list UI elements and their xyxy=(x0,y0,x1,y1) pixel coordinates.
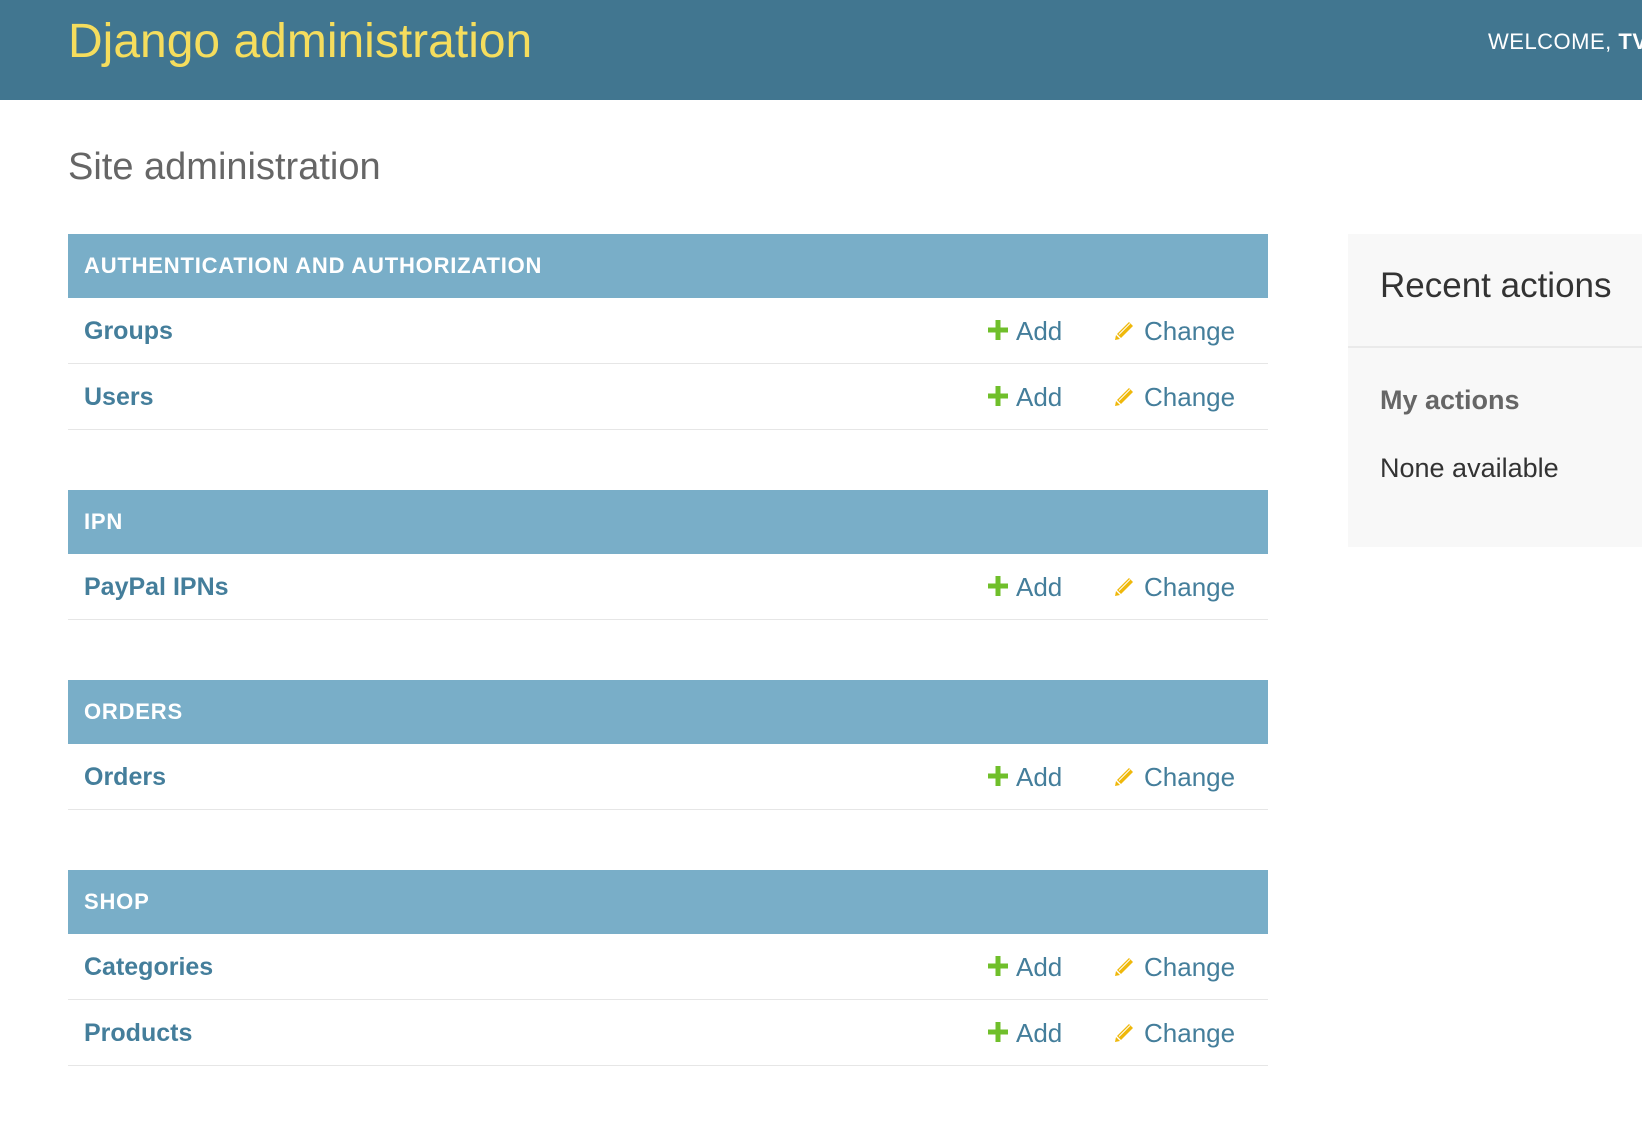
change-products-link[interactable]: Change xyxy=(1114,1000,1235,1066)
model-row-paypal-ipns: PayPal IPNs Add Change xyxy=(68,554,1268,620)
pencil-icon xyxy=(1115,578,1133,597)
pencil-icon xyxy=(1115,322,1133,341)
module-shop: SHOP Categories Add Change Products Add … xyxy=(68,870,1268,1066)
recent-actions-panel: Recent actions My actions None available xyxy=(1348,234,1642,547)
model-link-orders[interactable]: Orders xyxy=(84,744,166,810)
module-orders: ORDERS Orders Add Change xyxy=(68,680,1268,810)
my-actions-heading: My actions xyxy=(1380,385,1520,415)
add-groups-link[interactable]: Add xyxy=(988,298,1062,364)
change-users-link[interactable]: Change xyxy=(1114,364,1235,430)
page-title: Site administration xyxy=(68,146,381,188)
welcome-text: WELCOME, xyxy=(1488,29,1619,54)
model-link-paypal-ipns[interactable]: PayPal IPNs xyxy=(84,554,229,620)
plus-icon xyxy=(988,320,1008,341)
model-row-products: Products Add Change xyxy=(68,1000,1268,1066)
plus-icon xyxy=(988,1022,1008,1043)
add-paypal-ipns-link[interactable]: Add xyxy=(988,554,1062,620)
plus-icon xyxy=(988,386,1008,407)
change-label: Change xyxy=(1144,382,1236,412)
model-row-categories: Categories Add Change xyxy=(68,934,1268,1000)
change-label: Change xyxy=(1144,1018,1236,1048)
add-users-link[interactable]: Add xyxy=(988,364,1062,430)
none-available-text: None available xyxy=(1380,453,1559,483)
recent-actions-title: Recent actions xyxy=(1380,266,1612,305)
user-tools: WELCOME, TV xyxy=(1488,27,1642,57)
add-label: Add xyxy=(1016,572,1063,602)
plus-icon xyxy=(988,766,1008,787)
module-caption-ipn[interactable]: IPN xyxy=(68,490,1268,554)
add-orders-link[interactable]: Add xyxy=(988,744,1062,810)
plus-icon xyxy=(988,576,1008,597)
pencil-icon xyxy=(1115,388,1133,407)
pencil-icon xyxy=(1115,958,1133,977)
change-label: Change xyxy=(1144,952,1236,982)
model-link-products[interactable]: Products xyxy=(84,1000,192,1066)
add-label: Add xyxy=(1016,762,1063,792)
change-label: Change xyxy=(1144,572,1236,602)
add-label: Add xyxy=(1016,316,1063,346)
change-paypal-ipns-link[interactable]: Change xyxy=(1114,554,1235,620)
plus-icon xyxy=(988,956,1008,977)
add-label: Add xyxy=(1016,1018,1063,1048)
module-auth: AUTHENTICATION AND AUTHORIZATION Groups … xyxy=(68,234,1268,430)
add-categories-link[interactable]: Add xyxy=(988,934,1062,1000)
site-branding-link[interactable]: Django administration xyxy=(68,12,532,72)
model-link-categories[interactable]: Categories xyxy=(84,934,213,1000)
model-row-orders: Orders Add Change xyxy=(68,744,1268,810)
module-ipn: IPN PayPal IPNs Add Change xyxy=(68,490,1268,620)
app-list: AUTHENTICATION AND AUTHORIZATION Groups … xyxy=(68,234,1268,1126)
change-label: Change xyxy=(1144,762,1236,792)
module-caption-orders[interactable]: ORDERS xyxy=(68,680,1268,744)
change-categories-link[interactable]: Change xyxy=(1114,934,1235,1000)
change-label: Change xyxy=(1144,316,1236,346)
module-caption-auth[interactable]: AUTHENTICATION AND AUTHORIZATION xyxy=(68,234,1268,298)
module-caption-shop[interactable]: SHOP xyxy=(68,870,1268,934)
add-label: Add xyxy=(1016,952,1063,982)
pencil-icon xyxy=(1115,768,1133,787)
add-label: Add xyxy=(1016,382,1063,412)
model-row-users: Users Add Change xyxy=(68,364,1268,430)
username: TV xyxy=(1618,29,1642,54)
model-link-users[interactable]: Users xyxy=(84,364,154,430)
model-row-groups: Groups Add Change xyxy=(68,298,1268,364)
add-products-link[interactable]: Add xyxy=(988,1000,1062,1066)
pencil-icon xyxy=(1115,1024,1133,1043)
change-groups-link[interactable]: Change xyxy=(1114,298,1235,364)
change-orders-link[interactable]: Change xyxy=(1114,744,1235,810)
model-link-groups[interactable]: Groups xyxy=(84,298,173,364)
recent-actions-divider xyxy=(1348,346,1642,348)
header: Django administration WELCOME, TV xyxy=(0,0,1642,100)
